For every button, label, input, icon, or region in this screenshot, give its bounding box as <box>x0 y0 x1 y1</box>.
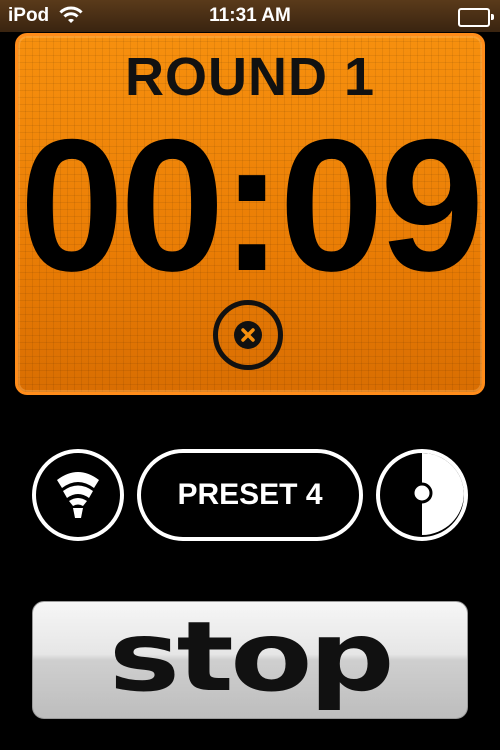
round-label: ROUND 1 <box>124 47 376 107</box>
preset-button[interactable]: PRESET 4 <box>137 449 363 541</box>
progress-dial-icon <box>380 453 464 537</box>
status-time: 11:31 AM <box>209 5 291 26</box>
progress-button[interactable] <box>376 449 468 541</box>
speaker-cone-icon <box>54 466 102 525</box>
battery-icon <box>458 8 494 27</box>
countdown-display: 00:09 <box>19 100 485 310</box>
preset-label: PRESET 4 <box>177 478 323 511</box>
stop-label: stop <box>108 601 395 713</box>
stop-button[interactable]: stop <box>32 601 468 719</box>
sound-button[interactable] <box>32 449 124 541</box>
cancel-button[interactable] <box>213 300 283 370</box>
x-circle-icon <box>234 321 262 349</box>
status-bar: iPod 11:31 AM <box>0 0 500 32</box>
timer-panel: ROUND 1 00:09 <box>15 33 485 395</box>
